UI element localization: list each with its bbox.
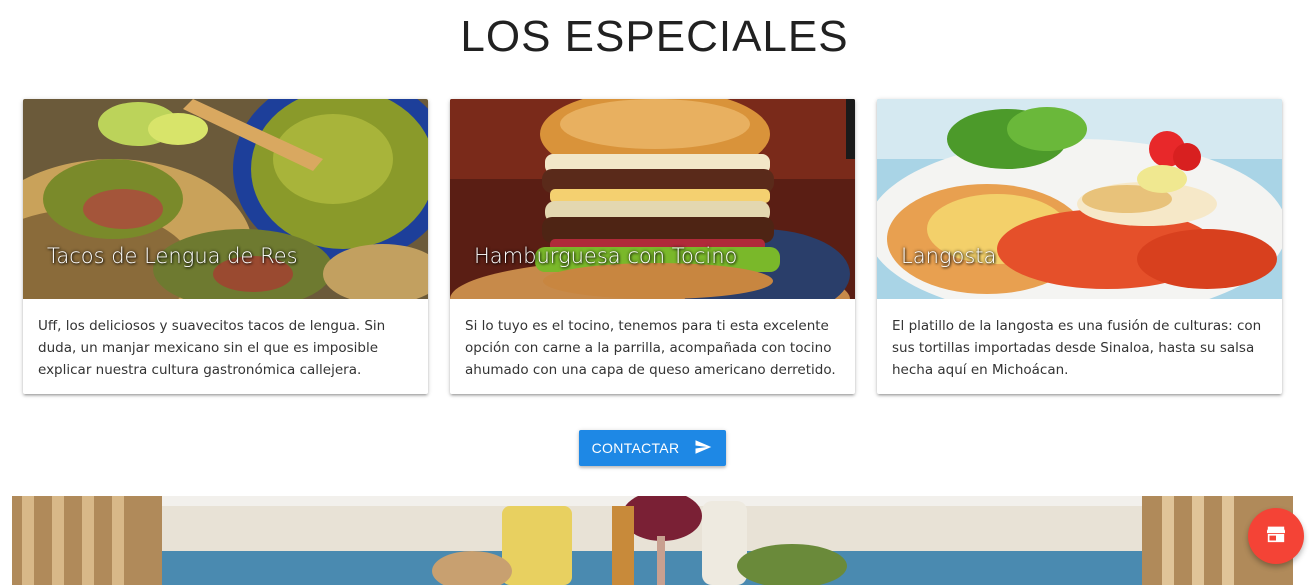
card-hamburguesa: Hamburguesa con Tocino Si lo tuyo es el … — [450, 99, 855, 394]
tacos-image — [23, 99, 428, 299]
card-title: Hamburguesa con Tocino — [474, 244, 738, 268]
hamburguesa-image — [450, 99, 855, 299]
contact-button[interactable]: CONTACTAR — [579, 430, 726, 466]
langosta-image — [877, 99, 1282, 299]
card-description: El platillo de la langosta es una fusión… — [892, 318, 1262, 378]
card-tacos: Tacos de Lengua de Res Uff, los delicios… — [23, 99, 428, 394]
contact-button-label: CONTACTAR — [591, 440, 680, 456]
store-fab-button[interactable] — [1248, 508, 1304, 564]
card-description: Uff, los deliciosos y suavecitos tacos d… — [38, 318, 386, 378]
section-title: LOS ESPECIALES — [460, 12, 849, 61]
restaurant-banner-image — [12, 496, 1293, 585]
send-icon — [693, 438, 713, 459]
card-title: Tacos de Lengua de Res — [47, 244, 298, 268]
card-description: Si lo tuyo es el tocino, tenemos para ti… — [465, 318, 836, 378]
card-title: Langosta — [901, 244, 997, 268]
card-langosta: Langosta El platillo de la langosta es u… — [877, 99, 1282, 394]
store-icon — [1266, 525, 1286, 547]
